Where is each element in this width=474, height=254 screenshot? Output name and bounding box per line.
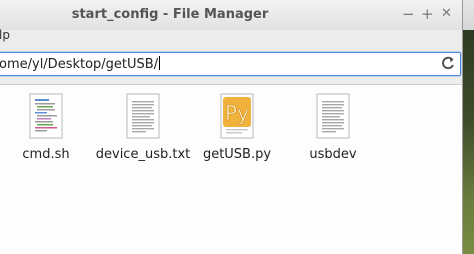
- maximize-button[interactable]: +: [421, 6, 434, 22]
- file-item-cmd-sh[interactable]: cmd.sh: [0, 93, 94, 162]
- file-name: getUSB.py: [202, 147, 272, 162]
- file-item-usbdev[interactable]: usbdev: [285, 93, 381, 162]
- menu-item-help[interactable]: lp: [0, 28, 10, 42]
- menu-bar: lp: [0, 28, 462, 46]
- file-manager-window: start_config - File Manager − + ✕ lp ome…: [0, 0, 463, 254]
- desktop-background: [463, 0, 474, 254]
- close-button[interactable]: ✕: [441, 6, 452, 22]
- text-file-icon: [126, 93, 160, 139]
- reload-icon[interactable]: [440, 55, 456, 71]
- file-view[interactable]: cmd.sh device_usb.txt Py getUSB.py usbde…: [0, 85, 462, 254]
- minimize-button[interactable]: −: [402, 6, 415, 22]
- file-item-device-usb-txt[interactable]: device_usb.txt: [95, 93, 191, 162]
- location-toolbar: ome/yl/Desktop/getUSB/: [0, 46, 462, 85]
- file-name: cmd.sh: [22, 147, 70, 162]
- script-file-icon: [29, 93, 63, 139]
- window-title: start_config - File Manager: [71, 7, 269, 22]
- location-input[interactable]: ome/yl/Desktop/getUSB/: [0, 52, 461, 76]
- file-name: device_usb.txt: [95, 147, 191, 162]
- location-path: ome/yl/Desktop/getUSB/: [0, 57, 159, 72]
- python-file-icon: Py: [220, 93, 254, 139]
- title-bar[interactable]: start_config - File Manager − + ✕: [0, 0, 462, 30]
- text-cursor: [159, 56, 161, 70]
- file-item-getusb-py[interactable]: Py getUSB.py: [189, 93, 285, 162]
- svg-text:Py: Py: [225, 101, 249, 125]
- text-file-icon: [316, 93, 350, 139]
- file-name: usbdev: [309, 147, 357, 162]
